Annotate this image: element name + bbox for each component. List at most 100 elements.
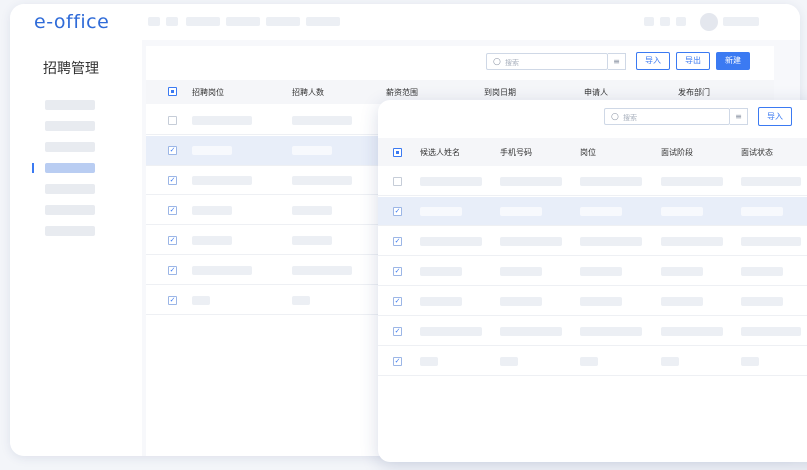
candidate-window: ○ 搜索 ≡ 导入 候选人姓名 手机号码 岗位 面试阶段 面试状态 ✓ ✓ ✓ xyxy=(378,100,807,462)
cell-placeholder xyxy=(292,206,332,215)
import-button[interactable]: 导入 xyxy=(636,52,670,70)
column-header[interactable]: 招聘岗位 xyxy=(192,87,224,98)
column-header[interactable]: 发布部门 xyxy=(678,87,710,98)
filter-icon[interactable]: ≡ xyxy=(730,108,748,125)
column-header[interactable]: 申请人 xyxy=(584,87,608,98)
cell-placeholder xyxy=(580,297,622,306)
cell-placeholder xyxy=(192,296,210,305)
cell-placeholder xyxy=(580,207,622,216)
export-button[interactable]: 导出 xyxy=(676,52,710,70)
cell-placeholder xyxy=(192,116,252,125)
row-checkbox-checked[interactable]: ✓ xyxy=(168,176,177,185)
candidate-import-button[interactable]: 导入 xyxy=(758,107,792,126)
cell-placeholder xyxy=(192,206,232,215)
row-checkbox-checked[interactable]: ✓ xyxy=(168,236,177,245)
cell-placeholder xyxy=(420,237,482,246)
sidebar-title: 招聘管理 xyxy=(43,61,99,77)
cell-placeholder xyxy=(580,357,598,366)
column-header[interactable]: 候选人姓名 xyxy=(420,147,460,158)
cell-placeholder xyxy=(500,297,542,306)
cell-placeholder xyxy=(500,267,542,276)
cell-placeholder xyxy=(661,297,703,306)
column-header[interactable]: 面试状态 xyxy=(741,147,773,158)
avatar[interactable] xyxy=(700,13,718,31)
cell-placeholder xyxy=(741,357,759,366)
candidate-table-header: 候选人姓名 手机号码 岗位 面试阶段 面试状态 xyxy=(378,138,807,166)
candidate-row[interactable]: ✓ xyxy=(378,257,807,286)
column-header[interactable]: 薪资范围 xyxy=(386,87,418,98)
cell-placeholder xyxy=(192,146,232,155)
cell-placeholder xyxy=(192,266,252,275)
cell-placeholder xyxy=(500,207,542,216)
sidebar-item-active[interactable] xyxy=(45,163,95,173)
row-checkbox-checked[interactable]: ✓ xyxy=(393,237,402,246)
row-checkbox-checked[interactable]: ✓ xyxy=(168,206,177,215)
row-checkbox-checked[interactable]: ✓ xyxy=(393,207,402,216)
candidate-row[interactable]: ✓ xyxy=(378,317,807,346)
row-checkbox-checked[interactable]: ✓ xyxy=(393,297,402,306)
nav-placeholder-5[interactable] xyxy=(266,17,300,26)
cell-placeholder xyxy=(580,237,642,246)
row-checkbox[interactable] xyxy=(168,116,177,125)
nav-placeholder-4[interactable] xyxy=(226,17,260,26)
cell-placeholder xyxy=(292,116,352,125)
sidebar-item[interactable] xyxy=(45,205,95,215)
topbar-icon-placeholder-2[interactable] xyxy=(660,17,670,26)
app-logo: e-office xyxy=(34,11,110,33)
candidate-search-input[interactable]: ○ 搜索 xyxy=(604,108,730,125)
sidebar-item[interactable] xyxy=(45,100,95,110)
sidebar-item[interactable] xyxy=(45,142,95,152)
row-checkbox-checked[interactable]: ✓ xyxy=(393,267,402,276)
topbar-icon-placeholder-1[interactable] xyxy=(644,17,654,26)
candidate-row[interactable]: ✓ xyxy=(378,227,807,256)
sidebar: 招聘管理 xyxy=(10,40,142,456)
sidebar-item[interactable] xyxy=(45,121,95,131)
nav-placeholder-3[interactable] xyxy=(186,17,220,26)
nav-placeholder-6[interactable] xyxy=(306,17,340,26)
cell-placeholder xyxy=(192,236,232,245)
column-header[interactable]: 岗位 xyxy=(580,147,596,158)
cell-placeholder xyxy=(420,267,462,276)
cell-placeholder xyxy=(292,146,332,155)
cell-placeholder xyxy=(292,176,352,185)
username-placeholder[interactable] xyxy=(723,17,759,26)
column-header[interactable]: 招聘人数 xyxy=(292,87,324,98)
nav-placeholder-2[interactable] xyxy=(166,17,178,26)
topbar-icon-placeholder-3[interactable] xyxy=(676,17,686,26)
row-checkbox-checked[interactable]: ✓ xyxy=(168,146,177,155)
candidate-row[interactable] xyxy=(378,167,807,196)
row-checkbox-checked[interactable]: ✓ xyxy=(393,327,402,336)
cell-placeholder xyxy=(580,267,622,276)
column-header[interactable]: 手机号码 xyxy=(500,147,532,158)
cell-placeholder xyxy=(661,207,703,216)
sidebar-item[interactable] xyxy=(45,184,95,194)
cell-placeholder xyxy=(292,266,352,275)
search-input[interactable]: ○ 搜索 xyxy=(486,53,608,70)
candidate-row[interactable]: ✓ xyxy=(378,287,807,316)
cell-placeholder xyxy=(580,327,642,336)
row-checkbox-checked[interactable]: ✓ xyxy=(168,296,177,305)
candidate-row-selected[interactable]: ✓ xyxy=(378,197,807,226)
cell-placeholder xyxy=(192,176,252,185)
cell-placeholder xyxy=(500,177,562,186)
nav-placeholder-1[interactable] xyxy=(148,17,160,26)
row-checkbox[interactable] xyxy=(393,177,402,186)
column-header[interactable]: 面试阶段 xyxy=(661,147,693,158)
cell-placeholder xyxy=(661,267,703,276)
cell-placeholder xyxy=(741,297,783,306)
candidate-row[interactable]: ✓ xyxy=(378,347,807,376)
filter-icon[interactable]: ≡ xyxy=(608,53,626,70)
cell-placeholder xyxy=(580,177,642,186)
cell-placeholder xyxy=(661,237,723,246)
cell-placeholder xyxy=(741,327,801,336)
sidebar-item[interactable] xyxy=(45,226,95,236)
row-checkbox-checked[interactable]: ✓ xyxy=(393,357,402,366)
top-bar: e-office xyxy=(10,4,800,40)
select-all-checkbox[interactable] xyxy=(393,148,402,157)
cell-placeholder xyxy=(500,327,562,336)
column-header[interactable]: 到岗日期 xyxy=(484,87,516,98)
cell-placeholder xyxy=(661,327,723,336)
select-all-checkbox[interactable] xyxy=(168,87,177,96)
row-checkbox-checked[interactable]: ✓ xyxy=(168,266,177,275)
new-button[interactable]: 新建 xyxy=(716,52,750,70)
